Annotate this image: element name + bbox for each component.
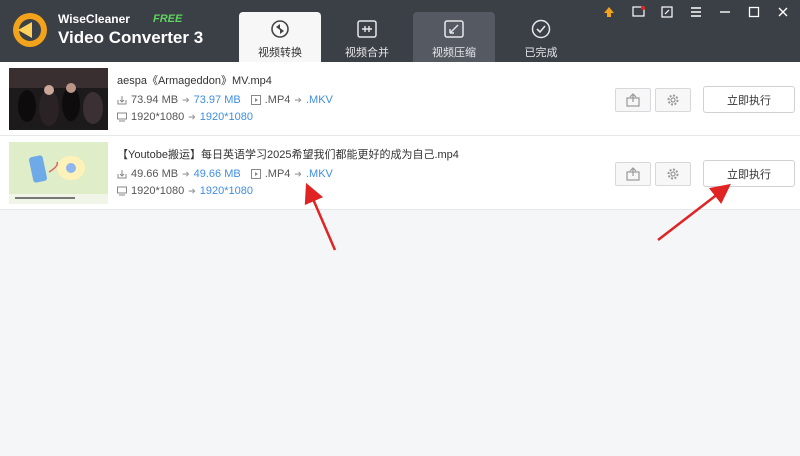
minimize-icon <box>720 11 730 13</box>
format-icon <box>250 95 261 105</box>
target-format[interactable]: .MKV <box>306 168 333 180</box>
file-resolution: 1920*1080 ➔ 1920*1080 <box>117 111 253 123</box>
video-thumbnail-image <box>9 68 108 130</box>
file-row: aespa《Armageddon》MV.mp4 73.94 MB ➔ 73.97… <box>0 62 800 136</box>
execute-now-button[interactable]: 立即执行 <box>703 86 795 113</box>
original-size: 73.94 MB <box>131 94 179 106</box>
compress-icon <box>444 20 464 38</box>
original-format: .MP4 <box>264 94 291 106</box>
file-name: aespa《Armageddon》MV.mp4 <box>117 75 272 87</box>
merge-icon <box>357 20 377 38</box>
minimize-button[interactable] <box>714 4 736 20</box>
file-list: aespa《Armageddon》MV.mp4 73.94 MB ➔ 73.97… <box>0 62 800 210</box>
original-resolution: 1920*1080 <box>131 185 185 197</box>
arrow-icon: ➔ <box>294 168 302 179</box>
feedback-button[interactable] <box>627 4 649 20</box>
app-logo-icon <box>13 13 47 47</box>
close-icon <box>778 7 788 17</box>
target-resolution: 1920*1080 <box>199 111 254 123</box>
tab-label: 视频转换 <box>258 47 302 59</box>
maximize-icon <box>748 6 760 18</box>
tab-completed[interactable]: 已完成 <box>500 12 582 62</box>
target-size: 73.97 MB <box>193 94 241 106</box>
file-name: 【Youtobe搬运】每日英语学习2025希望我们都能更好的成为自己.mp4 <box>117 149 459 161</box>
file-size-format: 73.94 MB ➔ 73.97 MB .MP4 ➔ .MKV <box>117 94 333 106</box>
export-icon <box>626 93 640 107</box>
arrow-icon: ➔ <box>188 185 196 196</box>
arrow-icon: ➔ <box>188 111 196 122</box>
video-thumbnail[interactable] <box>9 142 108 204</box>
settings-button[interactable] <box>655 88 691 112</box>
close-button[interactable] <box>772 4 794 20</box>
main-tabs: 视频转换 视频合并 视频压缩 已完成 <box>239 12 587 62</box>
tab-label: 视频合并 <box>345 47 389 59</box>
original-resolution: 1920*1080 <box>131 111 185 123</box>
settings-button[interactable] <box>655 162 691 186</box>
file-row: 【Youtobe搬运】每日英语学习2025希望我们都能更好的成为自己.mp4 4… <box>0 136 800 210</box>
arrow-icon: ➔ <box>182 94 190 105</box>
format-icon <box>250 169 261 179</box>
export-icon <box>626 167 640 181</box>
file-size-icon <box>117 170 127 179</box>
edit-icon <box>661 6 673 18</box>
edit-button[interactable] <box>656 4 678 20</box>
file-resolution: 1920*1080 ➔ 1920*1080 <box>117 185 253 197</box>
tab-video-merge[interactable]: 视频合并 <box>326 12 408 62</box>
video-thumbnail[interactable] <box>9 68 108 130</box>
file-size-icon <box>117 96 127 105</box>
gear-icon <box>667 168 679 180</box>
execute-now-button[interactable]: 立即执行 <box>703 160 795 187</box>
output-folder-button[interactable] <box>615 88 651 112</box>
upgrade-button[interactable] <box>598 4 620 20</box>
arrow-icon: ➔ <box>182 168 190 179</box>
window-controls <box>591 4 794 20</box>
convert-icon <box>271 20 289 38</box>
gear-icon <box>667 94 679 106</box>
monitor-icon <box>117 186 127 196</box>
maximize-button[interactable] <box>743 4 765 20</box>
tab-video-compress[interactable]: 视频压缩 <box>413 12 495 62</box>
menu-button[interactable] <box>685 4 707 20</box>
free-badge: FREE <box>153 13 183 25</box>
product-name: Video Converter 3 <box>58 28 204 47</box>
original-size: 49.66 MB <box>131 168 179 180</box>
arrow-icon: ➔ <box>294 94 302 105</box>
done-icon <box>531 19 551 39</box>
original-format: .MP4 <box>264 168 291 180</box>
target-format[interactable]: .MKV <box>306 94 333 106</box>
title-bar: WiseCleaner FREE Video Converter 3 视频转换 … <box>0 0 800 62</box>
brand-name: WiseCleaner <box>58 12 130 26</box>
tab-label: 视频压缩 <box>432 47 476 59</box>
video-thumbnail-image <box>9 142 108 204</box>
tab-video-convert[interactable]: 视频转换 <box>239 12 321 62</box>
upgrade-icon <box>604 7 614 17</box>
target-resolution: 1920*1080 <box>199 185 254 197</box>
monitor-icon <box>117 112 127 122</box>
menu-icon <box>691 7 701 17</box>
output-folder-button[interactable] <box>615 162 651 186</box>
feedback-icon <box>631 6 645 17</box>
tab-label: 已完成 <box>524 47 558 59</box>
file-size-format: 49.66 MB ➔ 49.66 MB .MP4 ➔ .MKV <box>117 168 333 180</box>
target-size: 49.66 MB <box>193 168 241 180</box>
